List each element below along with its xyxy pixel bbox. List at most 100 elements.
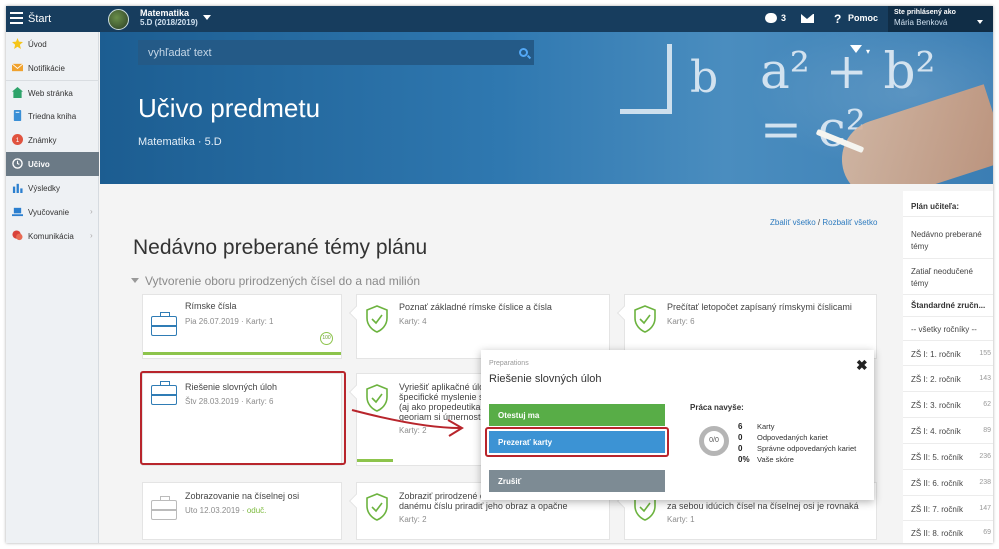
year-label: ZŠ I: 4. ročník <box>911 427 961 436</box>
bar-chart-icon <box>12 183 23 193</box>
logged-in-label: Ste prihlásený ako <box>894 9 956 16</box>
panel-year-item[interactable]: ZŠ II: 5. ročník 236 <box>903 444 993 470</box>
year-label: ZŠ II: 7. ročník <box>911 505 964 514</box>
sidebar-item-ucivo[interactable]: Učivo <box>6 152 99 176</box>
year-label: -- všetky ročníky -- <box>911 325 977 334</box>
mail-icon[interactable] <box>801 14 814 23</box>
subject-name[interactable]: Matematika <box>140 9 189 18</box>
card-meta: Karty: 1 <box>667 515 695 524</box>
panel-year-item[interactable]: ZŠ II: 8. ročník 69 <box>903 521 993 543</box>
stat-label: Vaše skóre <box>757 455 794 464</box>
hero-banner: b a² + b² = c² ▾ Učivo predmetu Matemati… <box>100 32 993 184</box>
stat-value: 0 <box>738 444 743 453</box>
year-count: 69 <box>983 529 991 536</box>
user-dropdown-icon[interactable] <box>977 20 983 24</box>
topic-card[interactable]: Zobrazovanie na číselnej osi Uto 12.03.2… <box>142 482 342 540</box>
panel-link-label: Zatiaľ neodučené témy <box>911 267 973 288</box>
panel-link-recent[interactable]: Nedávno preberané témy <box>903 217 993 259</box>
card-title: Poznať základné rímske číslice a čísla <box>399 302 552 312</box>
sidebar-item-label: Úvod <box>28 40 47 49</box>
chevron-right-icon: › <box>90 231 93 240</box>
sidebar-item-label: Vyučovanie <box>28 208 70 217</box>
sidebar-item-label: Výsledky <box>28 184 61 193</box>
page-subtitle: Matematika · 5.D <box>138 136 222 148</box>
topic-card[interactable]: Rímske čísla Pia 26.07.2019 · Karty: 1 1… <box>142 294 342 359</box>
briefcase-icon <box>151 496 177 520</box>
sidebar-item-vyucovanie[interactable]: Vyučovanie › <box>6 200 99 224</box>
year-count: 238 <box>979 479 991 486</box>
panel-year-item[interactable]: ZŠ I: 3. ročník 62 <box>903 392 993 418</box>
card-title: danému číslu priradiť jeho obraz a opačn… <box>399 501 568 511</box>
book-icon <box>13 110 22 121</box>
sidebar-item-vysledky[interactable]: Výsledky <box>6 176 99 200</box>
stat-value: 6 <box>738 422 743 431</box>
collapse-triangle-icon[interactable] <box>131 278 139 283</box>
class-label[interactable]: 5.D (2018/2019) <box>140 18 198 27</box>
panel-year-item[interactable]: ZŠ I: 4. ročník 89 <box>903 418 993 444</box>
help-link[interactable]: Pomoc <box>848 13 878 23</box>
expand-all-link[interactable]: Rozbaliť všetko <box>822 218 877 227</box>
card-title: Vyriešiť aplikačné úloh <box>399 382 490 392</box>
card-connector <box>348 305 364 321</box>
highlight-frame <box>485 427 669 457</box>
search-input[interactable] <box>138 40 513 65</box>
expand-collapse-links: Zbaliť všetko / Rozbaliť všetko <box>770 218 878 227</box>
search-box <box>138 40 534 65</box>
hamburger-menu-icon[interactable] <box>10 12 23 24</box>
sidebar-item-uvod[interactable]: Úvod <box>6 32 99 56</box>
start-link[interactable]: Štart <box>28 13 51 25</box>
year-count: 147 <box>979 505 991 512</box>
clock-icon <box>12 158 23 169</box>
svg-text:1: 1 <box>16 137 20 144</box>
cancel-button[interactable]: Zrušiť <box>489 470 665 492</box>
help-icon[interactable]: ? <box>834 12 841 26</box>
user-menu[interactable]: Ste prihlásený ako Mária Benková <box>888 6 993 32</box>
collapse-all-link[interactable]: Zbaliť všetko <box>770 218 816 227</box>
messages-icon[interactable] <box>765 13 777 23</box>
sidebar-item-znamky[interactable]: 1 Známky <box>6 128 99 152</box>
top-bar: Štart Matematika 5.D (2018/2019) 3 ? Pom… <box>6 6 993 32</box>
panel-year-item[interactable]: ZŠ II: 6. ročník 238 <box>903 470 993 496</box>
filter-icon[interactable] <box>850 45 862 53</box>
shield-check-icon <box>366 305 388 333</box>
plan-title: Plán učiteľa: <box>903 191 993 217</box>
modal-supertitle: Preparations <box>489 360 529 367</box>
year-label: ZŠ I: 3. ročník <box>911 401 961 410</box>
extra-work-title: Práca navyše: <box>690 403 744 412</box>
card-title: špecifické myslenie s <box>399 392 484 402</box>
sidebar-item-web-stranka[interactable]: Web stránka <box>6 80 99 104</box>
panel-year-item[interactable]: ZŠ I: 1. ročník 155 <box>903 341 993 366</box>
panel-year-item[interactable]: ZŠ I: 2. ročník 143 <box>903 366 993 392</box>
test-me-button[interactable]: Otestuj ma <box>489 404 665 426</box>
sidebar-item-notifikacie[interactable]: Notifikácie <box>6 56 99 80</box>
briefcase-icon <box>151 312 177 336</box>
stat-label: Karty <box>757 422 775 431</box>
standards-header[interactable]: Štandardné zručn... <box>903 295 993 317</box>
progress-bar <box>357 459 393 462</box>
panel-year-all[interactable]: -- všetky ročníky -- <box>903 317 993 341</box>
card-meta: Karty: 2 <box>399 515 427 524</box>
sidebar-item-label: Web stránka <box>28 89 73 98</box>
chalk-triangle-drawing <box>620 44 672 114</box>
search-icon[interactable] <box>519 48 528 57</box>
subject-dropdown-icon[interactable] <box>203 15 211 20</box>
subject-avatar[interactable] <box>108 9 129 30</box>
topic-meta: Pia 26.07.2019 · Karty: 1 <box>185 317 274 326</box>
sidebar-item-label: Známky <box>28 136 57 145</box>
panel-year-item[interactable]: ZŠ II: 7. ročník 147 <box>903 496 993 521</box>
filter-dropdown-icon[interactable]: ▾ <box>866 47 870 56</box>
panel-link-untaught[interactable]: Zatiaľ neodučené témy <box>903 259 993 295</box>
user-name: Mária Benková <box>894 18 948 27</box>
topic-group-header[interactable]: Vytvorenie oboru prirodzených čísel do a… <box>131 274 420 288</box>
card-meta: Karty: 4 <box>399 317 427 326</box>
progress-bar <box>143 352 341 355</box>
sidebar-item-triedna-kniha[interactable]: Triedna kniha <box>6 104 99 128</box>
laptop-icon <box>12 207 23 217</box>
close-icon[interactable]: ✖ <box>856 357 868 374</box>
messages-count[interactable]: 3 <box>781 13 786 23</box>
sidebar-item-komunikacia[interactable]: Komunikácia › <box>6 224 99 248</box>
page-title: Učivo predmetu <box>138 93 321 123</box>
standards-label: Štandardné zručn... <box>911 301 986 310</box>
chalk-letter: b <box>690 52 719 103</box>
grade-icon: 1 <box>12 134 23 145</box>
